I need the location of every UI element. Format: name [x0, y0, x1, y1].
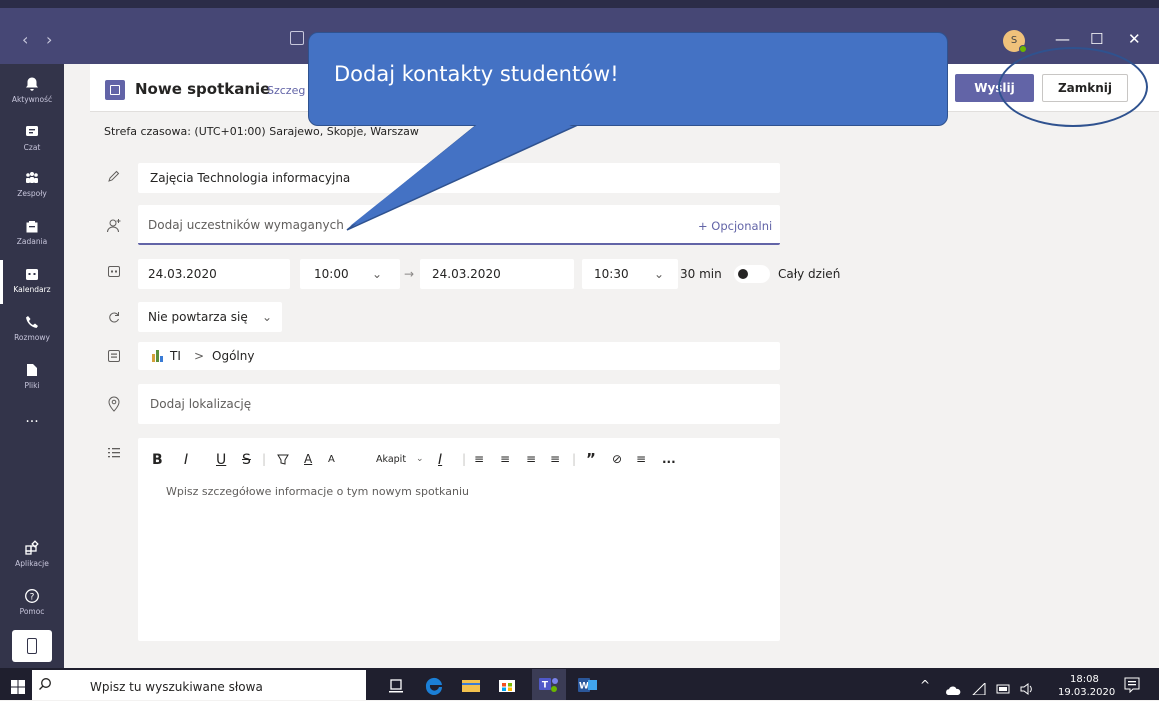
action-center-icon[interactable]	[1124, 677, 1140, 694]
store-icon[interactable]	[498, 675, 516, 693]
callout-text: Dodaj kontakty studentów!	[334, 62, 619, 86]
svg-text:W: W	[579, 682, 589, 692]
search-icon	[38, 676, 52, 690]
task-view-icon[interactable]	[388, 678, 404, 694]
edge-icon[interactable]	[422, 673, 446, 697]
clock-date[interactable]: 19.03.2020	[1058, 687, 1115, 698]
taskbar-search-placeholder: Wpisz tu wyszukiwane słowa	[90, 680, 263, 694]
taskbar-search-box[interactable]: Wpisz tu wyszukiwane słowa	[32, 670, 366, 700]
onedrive-icon[interactable]	[945, 681, 961, 695]
svg-text:T: T	[542, 681, 549, 691]
windows-start-icon[interactable]	[11, 679, 25, 694]
teams-taskbar-button[interactable]: T	[532, 669, 566, 700]
volume-icon[interactable]	[1020, 680, 1036, 695]
tray-chevron-up-icon[interactable]: ^	[920, 678, 930, 692]
word-icon[interactable]: W	[578, 676, 598, 694]
wifi-icon[interactable]	[971, 680, 986, 696]
battery-icon[interactable]	[996, 680, 1012, 694]
file-explorer-icon[interactable]	[462, 677, 480, 693]
clock-time[interactable]: 18:08	[1070, 674, 1099, 685]
callout-pointer-join	[350, 122, 578, 226]
